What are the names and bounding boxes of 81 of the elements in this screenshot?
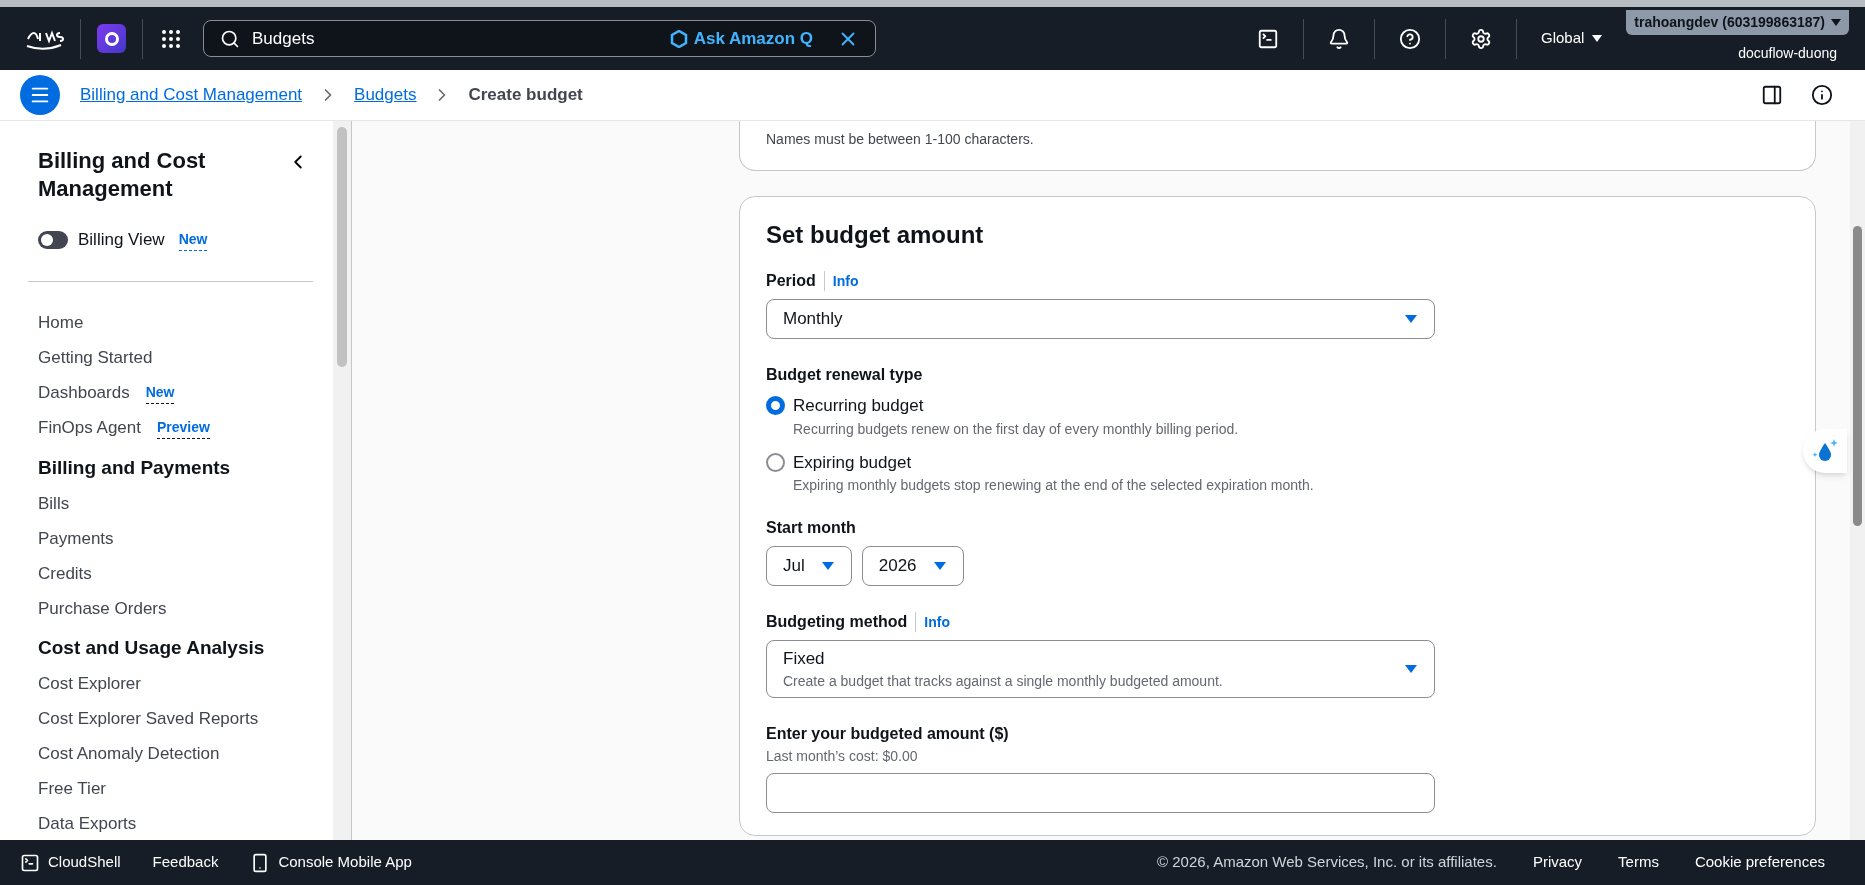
year-select[interactable]: 2026 (861, 546, 964, 586)
mobile-app-button[interactable]: Console Mobile App (250, 851, 412, 874)
menu-button[interactable] (20, 75, 60, 115)
sidebar-item[interactable]: Getting Started (38, 345, 153, 371)
account-menu[interactable]: trahoangdev (603199863187) (1626, 10, 1849, 35)
method-value: Fixed (783, 647, 826, 670)
sidebar-heading: Billing and Payments (38, 455, 232, 480)
sidebar-item[interactable]: Credits (38, 560, 92, 587)
help-icon[interactable] (1398, 27, 1421, 50)
caret-icon (1404, 314, 1418, 324)
billing-view-toggle[interactable] (38, 230, 68, 249)
sparkle-drop-icon (1811, 438, 1839, 464)
sidebar-item[interactable]: Purchase Orders (38, 595, 167, 622)
card-title: Set budget amount (766, 220, 985, 250)
info-link[interactable]: Info (924, 611, 950, 633)
breadcrumb-link[interactable]: Billing and Cost Management (80, 82, 303, 108)
sidebar-heading: Cost and Usage Analysis (38, 636, 266, 660)
search-icon (220, 28, 240, 49)
settings-icon[interactable] (1469, 27, 1492, 50)
field-label: Start month (766, 518, 856, 538)
radio-label: Recurring budget (793, 395, 925, 417)
amount-input-field[interactable] (766, 773, 1435, 813)
info-link[interactable]: Info (832, 270, 859, 292)
sidebar-item[interactable]: Free Tier (38, 776, 107, 802)
constraint-text: Names must be between 1-100 characters. (766, 130, 1035, 149)
sidebar-item[interactable]: Cost Explorer (38, 671, 141, 697)
caret-icon (820, 561, 835, 571)
cloudshell-button[interactable]: CloudShell (20, 851, 121, 874)
radio-label: Expiring budget (793, 451, 913, 474)
copyright-text: © 2026, Amazon Web Services, Inc. or its affiliates. (1157, 852, 1497, 873)
assistant-button[interactable] (1803, 429, 1847, 473)
sidebar-item[interactable]: Home (38, 310, 84, 336)
footer-link[interactable]: Terms (1618, 851, 1659, 874)
radio-button[interactable] (766, 452, 785, 472)
breadcrumb-current: Create budget (468, 84, 583, 107)
field-label: Budget renewal type (766, 365, 923, 385)
terminal-icon[interactable] (1256, 27, 1279, 50)
footer-link[interactable]: Privacy (1532, 851, 1583, 874)
footer-link[interactable]: Cookie preferences (1694, 851, 1825, 874)
sidebar-badge: New (145, 382, 175, 404)
search-value: Budgets (252, 27, 316, 50)
feedback-link[interactable]: Feedback (152, 851, 219, 874)
ask-amazon-q-button[interactable]: Ask Amazon Q (669, 25, 813, 52)
method-description: Create a budget that tracks against a single monthly budgeted amount. (783, 672, 1223, 692)
caret-icon (932, 561, 947, 571)
sidebar-item[interactable]: Cost Anomaly Detection (38, 741, 220, 767)
field-label: Period (766, 271, 816, 291)
sidebar-item[interactable]: Payments (38, 525, 114, 552)
radio-description: Expiring monthly budgets stop renewing at the end of the selected expiration month. (793, 476, 1314, 495)
caret-icon (1831, 19, 1841, 26)
sidebar-title: Billing and Cost Management (38, 147, 207, 203)
last-month-cost: Last month’s cost: $0.00 (766, 747, 919, 766)
search-field[interactable]: Budgets Ask Amazon Q (203, 20, 876, 57)
region-menu[interactable]: Global (1540, 27, 1603, 50)
scrollbar[interactable] (337, 127, 347, 367)
caret-icon (1592, 35, 1603, 42)
caret-icon (1404, 664, 1418, 674)
new-badge: New (178, 228, 208, 251)
notification-icon[interactable] (1327, 27, 1350, 50)
sidebar-item[interactable]: FinOps Agent (38, 415, 141, 441)
period-select[interactable]: Monthly (766, 299, 1435, 339)
sidebar-badge: Preview (157, 417, 210, 439)
toggle-label: Billing View (78, 229, 165, 251)
terminal-icon (20, 852, 40, 873)
user-name: docuflow-duong (1738, 44, 1837, 63)
panel-icon[interactable] (1761, 84, 1783, 106)
sidebar-item[interactable]: Cost Explorer Saved Reports (38, 706, 259, 732)
method-select[interactable]: Fixed Create a budget that tracks against a single monthly budgeted amount. (766, 640, 1435, 698)
sidebar-item[interactable]: Data Exports (38, 811, 137, 837)
field-label: Budgeting method (766, 612, 908, 632)
sidebar-item[interactable]: Dashboards (38, 380, 130, 406)
radio-button[interactable] (766, 396, 785, 415)
hexagon-icon (669, 29, 688, 48)
scrollbar[interactable] (1853, 226, 1862, 526)
info-icon[interactable] (1811, 84, 1833, 106)
month-select[interactable]: Jul (766, 546, 852, 586)
breadcrumb-link[interactable]: Budgets (354, 82, 417, 108)
sidebar-item[interactable]: Bills (38, 490, 70, 517)
radio-description: Recurring budgets renew on the first day of every monthly billing period. (793, 419, 1239, 439)
app-logo-icon[interactable] (97, 24, 126, 53)
field-label: Enter your budgeted amount ($) (766, 724, 1009, 744)
